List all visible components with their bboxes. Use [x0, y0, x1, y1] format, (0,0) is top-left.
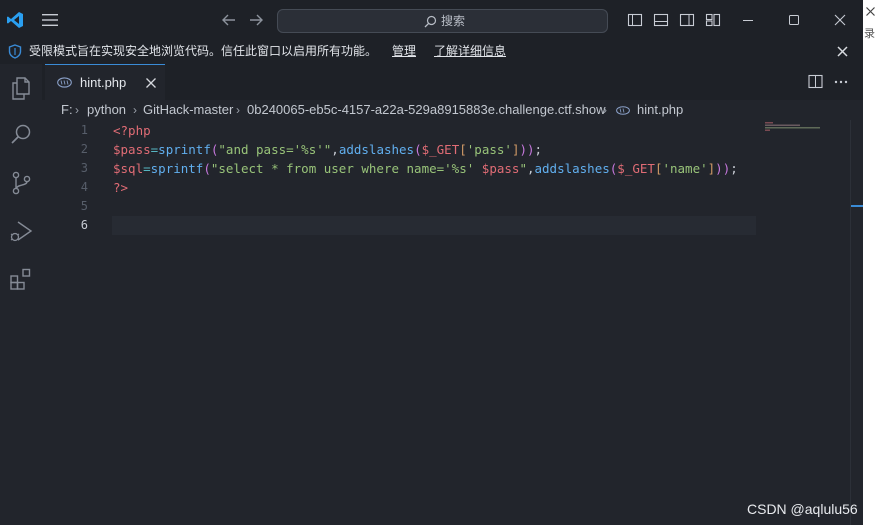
menu-icon[interactable]: [41, 12, 59, 28]
activity-bar: [0, 64, 42, 525]
background-text-fragment: 录: [864, 28, 875, 40]
vscode-logo-icon: [7, 12, 23, 28]
line-number: 3: [80, 161, 88, 175]
close-tab-icon[interactable]: [145, 77, 157, 89]
breadcrumb: F: › python › GitHack-master › 0b240065-…: [42, 100, 863, 120]
php-file-icon: [616, 106, 630, 115]
line-number-active: 6: [80, 218, 88, 232]
breadcrumb-separator: ›: [603, 103, 607, 117]
split-editor-icon[interactable]: [808, 74, 823, 89]
tab-hint-php[interactable]: hint.php: [45, 64, 165, 100]
line-number: 2: [80, 142, 88, 156]
background-window-edge: 录: [863, 0, 878, 525]
customize-layout-icon[interactable]: [705, 12, 721, 28]
code-line-4: ?>: [113, 180, 129, 195]
more-actions-icon[interactable]: [834, 80, 848, 84]
toggle-panel-icon[interactable]: [653, 12, 669, 28]
manage-link[interactable]: 管理: [392, 44, 416, 59]
breadcrumb-folder-githack[interactable]: GitHack-master: [143, 102, 233, 118]
toggle-primary-sidebar-icon[interactable]: [627, 12, 643, 28]
search-icon: [424, 15, 437, 28]
search-sidebar-icon[interactable]: [8, 122, 34, 148]
breadcrumb-folder-python[interactable]: python: [87, 102, 126, 118]
shield-icon: [8, 44, 22, 59]
close-icon[interactable]: [865, 6, 876, 17]
search-placeholder: 搜索: [441, 14, 466, 28]
command-center-search[interactable]: 搜索: [277, 9, 608, 33]
title-bar: 搜索: [0, 0, 863, 40]
extensions-icon[interactable]: [8, 266, 34, 292]
tab-label: hint.php: [80, 75, 127, 90]
close-banner-icon[interactable]: [836, 45, 849, 58]
vscode-window: 搜索 受限模式旨在实现安全地浏览代码。信任此窗口以启用所有功能。 管理 了解详细…: [0, 0, 863, 525]
watermark: CSDN @aqlulu56: [747, 501, 858, 517]
current-line-highlight: [112, 216, 756, 235]
php-file-icon: [57, 77, 72, 88]
restricted-mode-banner: 受限模式旨在实现安全地浏览代码。信任此窗口以启用所有功能。 管理 了解详细信息: [0, 40, 863, 64]
scroll-position-marker: [851, 205, 863, 207]
arrow-right-icon[interactable]: [247, 11, 265, 29]
minimap[interactable]: [764, 120, 850, 180]
minimize-icon[interactable]: [738, 10, 758, 30]
code-line-3: $sql=sprintf("select * from user where n…: [113, 161, 738, 176]
line-number: 1: [80, 123, 88, 137]
code-line-1: <?php: [113, 123, 151, 138]
maximize-icon[interactable]: [784, 10, 804, 30]
breadcrumb-file[interactable]: hint.php: [637, 102, 683, 118]
restricted-mode-message: 受限模式旨在实现安全地浏览代码。信任此窗口以启用所有功能。: [29, 44, 378, 58]
code-line-2: $pass=sprintf("and pass='%s'",addslashes…: [113, 142, 543, 157]
breadcrumb-separator: ›: [75, 103, 79, 117]
breadcrumb-separator: ›: [133, 103, 137, 117]
learn-more-link[interactable]: 了解详细信息: [434, 44, 506, 59]
code-editor[interactable]: 1 2 3 4 5 6 <?php $pass=sprintf("and pas…: [42, 120, 863, 525]
run-debug-icon[interactable]: [8, 218, 34, 244]
source-control-icon[interactable]: [8, 170, 34, 196]
breadcrumb-folder-challenge[interactable]: 0b240065-eb5c-4157-a22a-529a8915883e.cha…: [247, 102, 606, 118]
vertical-scrollbar[interactable]: [850, 120, 863, 525]
breadcrumb-separator: ›: [236, 103, 240, 117]
explorer-icon[interactable]: [8, 75, 34, 101]
line-number: 5: [80, 199, 88, 213]
line-number: 4: [80, 180, 88, 194]
editor-tab-bar: hint.php: [42, 64, 863, 100]
arrow-left-icon[interactable]: [220, 11, 238, 29]
close-window-icon[interactable]: [830, 10, 850, 30]
breadcrumb-drive[interactable]: F:: [61, 102, 73, 118]
toggle-secondary-sidebar-icon[interactable]: [679, 12, 695, 28]
